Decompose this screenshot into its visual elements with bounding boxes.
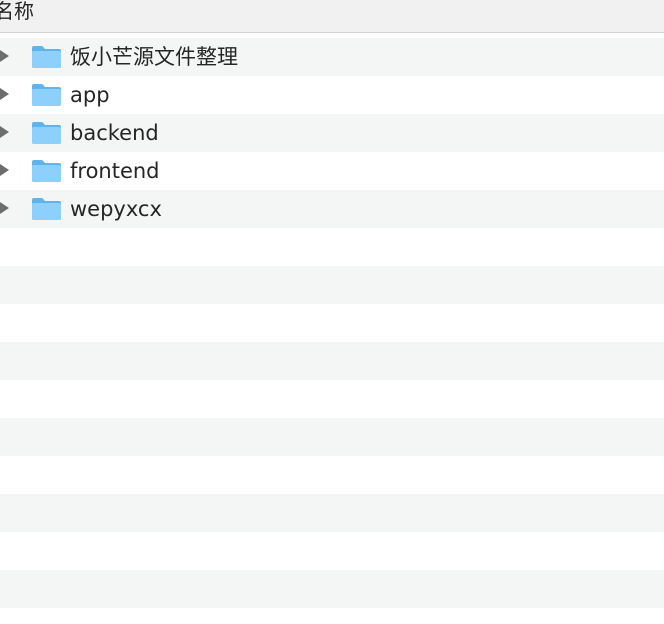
list-item[interactable]: frontend xyxy=(0,152,664,190)
empty-row xyxy=(0,608,664,624)
list-item[interactable]: backend xyxy=(0,114,664,152)
list-item[interactable]: 饭小芒源文件整理 xyxy=(0,38,664,76)
file-name: 饭小芒源文件整理 xyxy=(70,45,238,69)
column-header[interactable]: 名称 xyxy=(0,0,664,33)
empty-row xyxy=(0,342,664,380)
empty-row xyxy=(0,494,664,532)
list-item[interactable]: wepyxcx xyxy=(0,190,664,228)
file-name: wepyxcx xyxy=(70,197,162,221)
disclosure-triangle-icon[interactable] xyxy=(0,50,9,62)
disclosure-triangle-icon[interactable] xyxy=(0,88,9,100)
disclosure-triangle-icon[interactable] xyxy=(0,126,9,138)
file-name: app xyxy=(70,83,110,107)
folder-icon xyxy=(32,46,61,68)
file-name: frontend xyxy=(70,159,160,183)
file-list: 饭小芒源文件整理 app backend frontend wepyxcx xyxy=(0,38,664,624)
empty-row xyxy=(0,418,664,456)
empty-row xyxy=(0,266,664,304)
name-column-header[interactable]: 名称 xyxy=(0,0,34,22)
folder-icon xyxy=(32,160,61,182)
file-name: backend xyxy=(70,121,159,145)
empty-row xyxy=(0,304,664,342)
empty-row xyxy=(0,570,664,608)
folder-icon xyxy=(32,198,61,220)
empty-row xyxy=(0,228,664,266)
folder-icon xyxy=(32,122,61,144)
disclosure-triangle-icon[interactable] xyxy=(0,202,9,214)
disclosure-triangle-icon[interactable] xyxy=(0,164,9,176)
empty-row xyxy=(0,456,664,494)
empty-row xyxy=(0,380,664,418)
empty-row xyxy=(0,532,664,570)
list-item[interactable]: app xyxy=(0,76,664,114)
folder-icon xyxy=(32,84,61,106)
